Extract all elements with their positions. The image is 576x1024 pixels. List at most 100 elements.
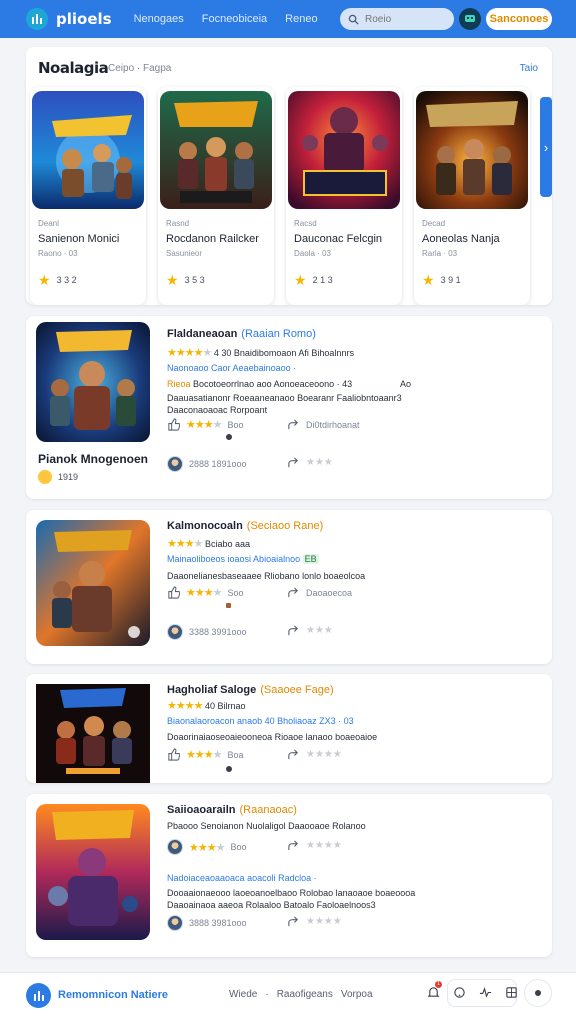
avatar — [167, 915, 183, 931]
game-meta: Deanl — [38, 219, 59, 228]
game-name[interactable]: Rocdanon Railcker — [166, 233, 259, 245]
game-meta: Rasnd — [166, 219, 190, 228]
game-entry-card: Kalmonocoaln (Seciaoo Rane) ★★★★ Bciabo a… — [26, 510, 552, 664]
empty-stars: ★★★ — [306, 625, 333, 636]
rating-value: 3 9 1 — [440, 275, 461, 285]
main-nav: Nenogaes Focneobiceia Reneo — [134, 13, 318, 25]
nav-item-1[interactable]: Nenogaes — [134, 13, 184, 25]
commenter-row[interactable]: 2888 1891ooo — [167, 456, 247, 472]
rating-stars: ★★★★ — [167, 700, 203, 712]
like-action[interactable]: ★★★★ Boo — [167, 839, 246, 855]
more-button[interactable] — [524, 979, 552, 1007]
player-name[interactable]: Pianok Mnogenoen — [38, 452, 148, 466]
thumbs-up-icon — [168, 586, 180, 599]
entry-rating-line: ★★★★★ 4 30 Bnaidibomoaon Afi Bihoalnnrs — [167, 346, 354, 359]
game-meta: Racsd — [294, 219, 317, 228]
avatar — [167, 839, 183, 855]
game-cover — [416, 91, 528, 209]
star-icon: ★ — [294, 272, 307, 288]
search-icon — [348, 14, 359, 25]
game-card[interactable]: Decad Aoneolas Nanja Rarla · 03 ★ 3 9 1 — [414, 87, 530, 305]
game-name[interactable]: Aoneolas Nanja — [422, 233, 500, 245]
like-action[interactable]: ★★★★ Boa — [167, 748, 243, 761]
stats-button[interactable] — [475, 981, 495, 1003]
nav-item-3[interactable]: Reneo — [285, 13, 317, 25]
rating-stars: ★★★★ — [186, 587, 222, 599]
avatar — [167, 624, 183, 640]
section-subtitle: Ceipo · Fagpa — [108, 63, 172, 74]
entry-title-text: Hagholiaf Saloge — [167, 684, 257, 696]
entry-title-text: Flaldaneaoan — [167, 328, 238, 340]
entry-thumbnail[interactable] — [36, 804, 150, 940]
commenter-row[interactable]: 3388 3991ooo — [167, 624, 247, 640]
share-action[interactable]: Di0tdirhoanat — [287, 418, 360, 431]
brand-logo[interactable] — [26, 8, 48, 30]
rating-text: 4 30 Bnaidibomoaon Afi Bihoalnnrs — [213, 348, 354, 358]
star-icon: ★ — [422, 272, 435, 288]
game-cover — [288, 91, 400, 209]
footer-logo[interactable] — [26, 983, 51, 1008]
entry-rating-line: Pbaooo Senoianon Nuolaligol Daaooaoe Rol… — [167, 821, 366, 831]
grid-icon — [505, 986, 517, 998]
entry-title[interactable]: Hagholiaf Saloge (Saaoee Fage) — [167, 684, 334, 696]
entry-link[interactable]: Biaonalaoroacon anaob 40 Bholiaoaz ZX3 ·… — [167, 716, 354, 726]
comment-count: 3888 3981ooo — [189, 918, 247, 928]
share-action[interactable]: ★★★★ — [287, 839, 342, 852]
share-action[interactable]: Daoaoecoa — [287, 586, 352, 599]
section-link[interactable]: Taio — [520, 63, 538, 74]
share-icon — [288, 840, 299, 851]
entry-desc-text: Bocotoeorrlnao aoo Aonoeaceoono · 43 — [193, 379, 353, 389]
game-cover — [160, 91, 272, 209]
nav-item-2[interactable]: Focneobiceia — [202, 13, 267, 25]
footer-nav-item[interactable]: Wiede — [229, 989, 257, 1000]
like-count: Boo — [227, 419, 244, 430]
entry-desc-1: Doaorinaiaoseoaieooneoa Rioaoe lanaoo bo… — [167, 732, 378, 742]
like-action[interactable]: ★★★★ Boo — [167, 418, 243, 431]
subscribe-button[interactable]: Sanconoes — [486, 8, 552, 30]
entry-desc-1: Rieoa Bocotoeorrlnao aoo Aonoeaceoono · … — [167, 379, 352, 389]
avatar — [167, 456, 183, 472]
like-count: Soo — [227, 587, 244, 598]
game-name[interactable]: Sanienon Monici — [38, 233, 119, 245]
footer-brand[interactable]: Remomnicon Natiere — [58, 989, 168, 1001]
like-count: Boa — [227, 749, 244, 760]
brand-name[interactable]: plioels — [56, 10, 112, 28]
rating-text: 40 Bilrnao — [204, 701, 246, 711]
coin-value: 1919 — [58, 472, 79, 482]
rate-action[interactable]: ★★★★ — [287, 915, 342, 928]
entry-thumbnail[interactable] — [36, 322, 150, 442]
rate-action[interactable]: ★★★ — [287, 456, 333, 469]
grid-button[interactable] — [501, 981, 521, 1003]
game-meta: Decad — [422, 219, 446, 228]
entry-link[interactable]: Mainaoliboeos ioaosi Abioaialnoo EB — [167, 554, 319, 564]
rate-action[interactable]: ★★★ — [287, 624, 333, 637]
top-navbar: plioels Nenogaes Focneobiceia Reneo Sanc… — [0, 0, 576, 38]
game-card[interactable]: Rasnd Rocdanon Railcker Sasunieor ★ 3 5 3 — [158, 87, 274, 305]
game-card[interactable]: Deanl Sanienon Monici Raono · 03 ★ 3 3 2 — [30, 87, 146, 305]
footer-nav-item[interactable]: Vorpoa — [341, 989, 373, 1000]
entry-thumbnail[interactable] — [36, 684, 150, 783]
footer-nav-item[interactable]: Raaofigeans — [277, 989, 333, 1000]
game-list: Deanl Sanienon Monici Raono · 03 ★ 3 3 2 … — [30, 87, 530, 305]
entry-title[interactable]: Saiioaoarailn (Raanaoac) — [167, 804, 297, 816]
like-action[interactable]: ★★★★ Soo — [167, 586, 243, 599]
commenter-row[interactable]: 3888 3981ooo — [167, 915, 247, 931]
entry-title[interactable]: Flaldaneaoan (Raaian Romo) — [167, 328, 316, 340]
rate-action[interactable]: ★★★★ — [287, 748, 342, 761]
entry-link[interactable]: Naonoaoo Caor Aeaebainoaoo · — [167, 363, 296, 373]
game-rating: ★ 3 9 1 — [422, 273, 461, 287]
rating-stars: ★★★★ — [167, 538, 203, 550]
entry-desc-2: Daauasatianonr Roeaaneanaoo Boearanr Faa… — [167, 393, 402, 403]
share-text: Daoaoecoa — [306, 587, 353, 598]
entry-title[interactable]: Kalmonocoaln (Seciaoo Rane) — [167, 520, 323, 532]
game-name[interactable]: Dauconac Felcgin — [294, 233, 382, 245]
search-box[interactable] — [340, 8, 454, 30]
carousel-next-button[interactable]: › — [540, 97, 552, 197]
chat-button[interactable] — [459, 8, 481, 30]
entry-link[interactable]: Nadoiaceaoaaoaca aoacoli Radcloa · — [167, 873, 317, 883]
entry-thumbnail[interactable] — [36, 520, 150, 646]
help-button[interactable] — [449, 981, 469, 1003]
game-card[interactable]: Racsd Dauconac Felcgin Daola · 03 ★ 2 1 3 — [286, 87, 402, 305]
notification-button[interactable]: 1 — [423, 981, 443, 1003]
search-input[interactable] — [365, 13, 445, 25]
